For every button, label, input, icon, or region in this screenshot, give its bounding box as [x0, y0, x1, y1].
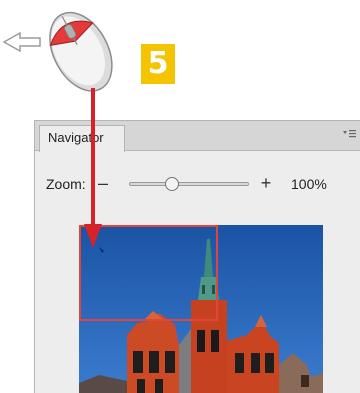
navigator-view-box[interactable]	[79, 225, 218, 321]
zoom-out-button[interactable]: –	[94, 173, 112, 193]
zoom-slider[interactable]	[129, 177, 249, 191]
zoom-controls: Zoom: – + 100%	[35, 173, 360, 195]
step-number-badge: 5	[141, 44, 175, 84]
arrow-left-icon	[2, 31, 41, 53]
mouse-icon	[2, 11, 113, 92]
panel-tab-bar: Navigator	[35, 121, 360, 152]
zoom-label: Zoom:	[46, 176, 86, 192]
zoom-slider-track	[129, 182, 249, 186]
zoom-slider-thumb[interactable]	[165, 177, 180, 191]
navigator-thumbnail[interactable]	[79, 225, 323, 393]
navigator-panel: Navigator Zoom: – + 100%	[34, 120, 360, 393]
panel-menu-icon[interactable]	[342, 128, 356, 140]
tab-navigator[interactable]: Navigator	[39, 125, 125, 152]
zoom-value: 100%	[291, 176, 327, 192]
zoom-in-button[interactable]: +	[257, 173, 275, 193]
